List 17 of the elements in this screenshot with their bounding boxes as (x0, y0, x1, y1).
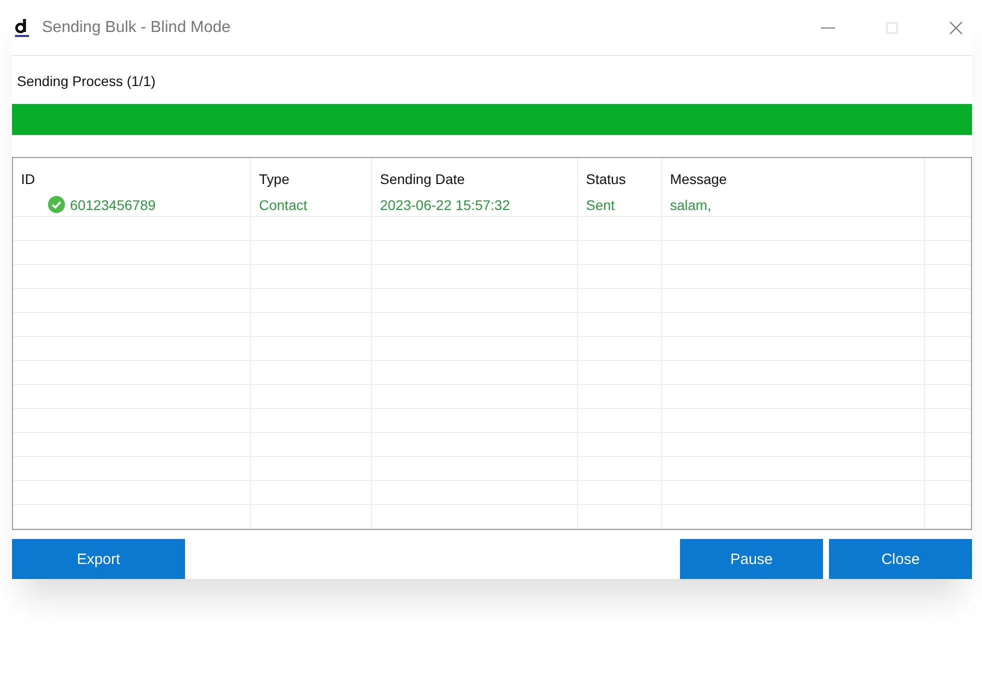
table-cell: Sent (586, 196, 615, 212)
column-header[interactable]: Sending Date (380, 171, 465, 187)
pause-button[interactable]: Pause (680, 539, 823, 579)
column-header[interactable]: Status (586, 171, 626, 187)
close-icon[interactable] (948, 20, 964, 36)
close-button[interactable]: Close (829, 539, 972, 579)
column-header[interactable]: Message (670, 171, 727, 187)
table-cell: salam, (670, 196, 712, 212)
logo-icon (14, 18, 30, 38)
progress-label: Sending Process (1/1) (17, 73, 157, 91)
export-button[interactable]: Export (12, 539, 185, 579)
table-cell: 2023-06-22 15:57:32 (380, 196, 510, 212)
table-cell: 60123456789 (70, 196, 156, 212)
column-header[interactable]: Type (259, 171, 290, 187)
window-title: Sending Bulk - Blind Mode (42, 18, 231, 36)
column-header[interactable]: ID (21, 171, 35, 187)
table-cell: Contact (259, 196, 308, 212)
